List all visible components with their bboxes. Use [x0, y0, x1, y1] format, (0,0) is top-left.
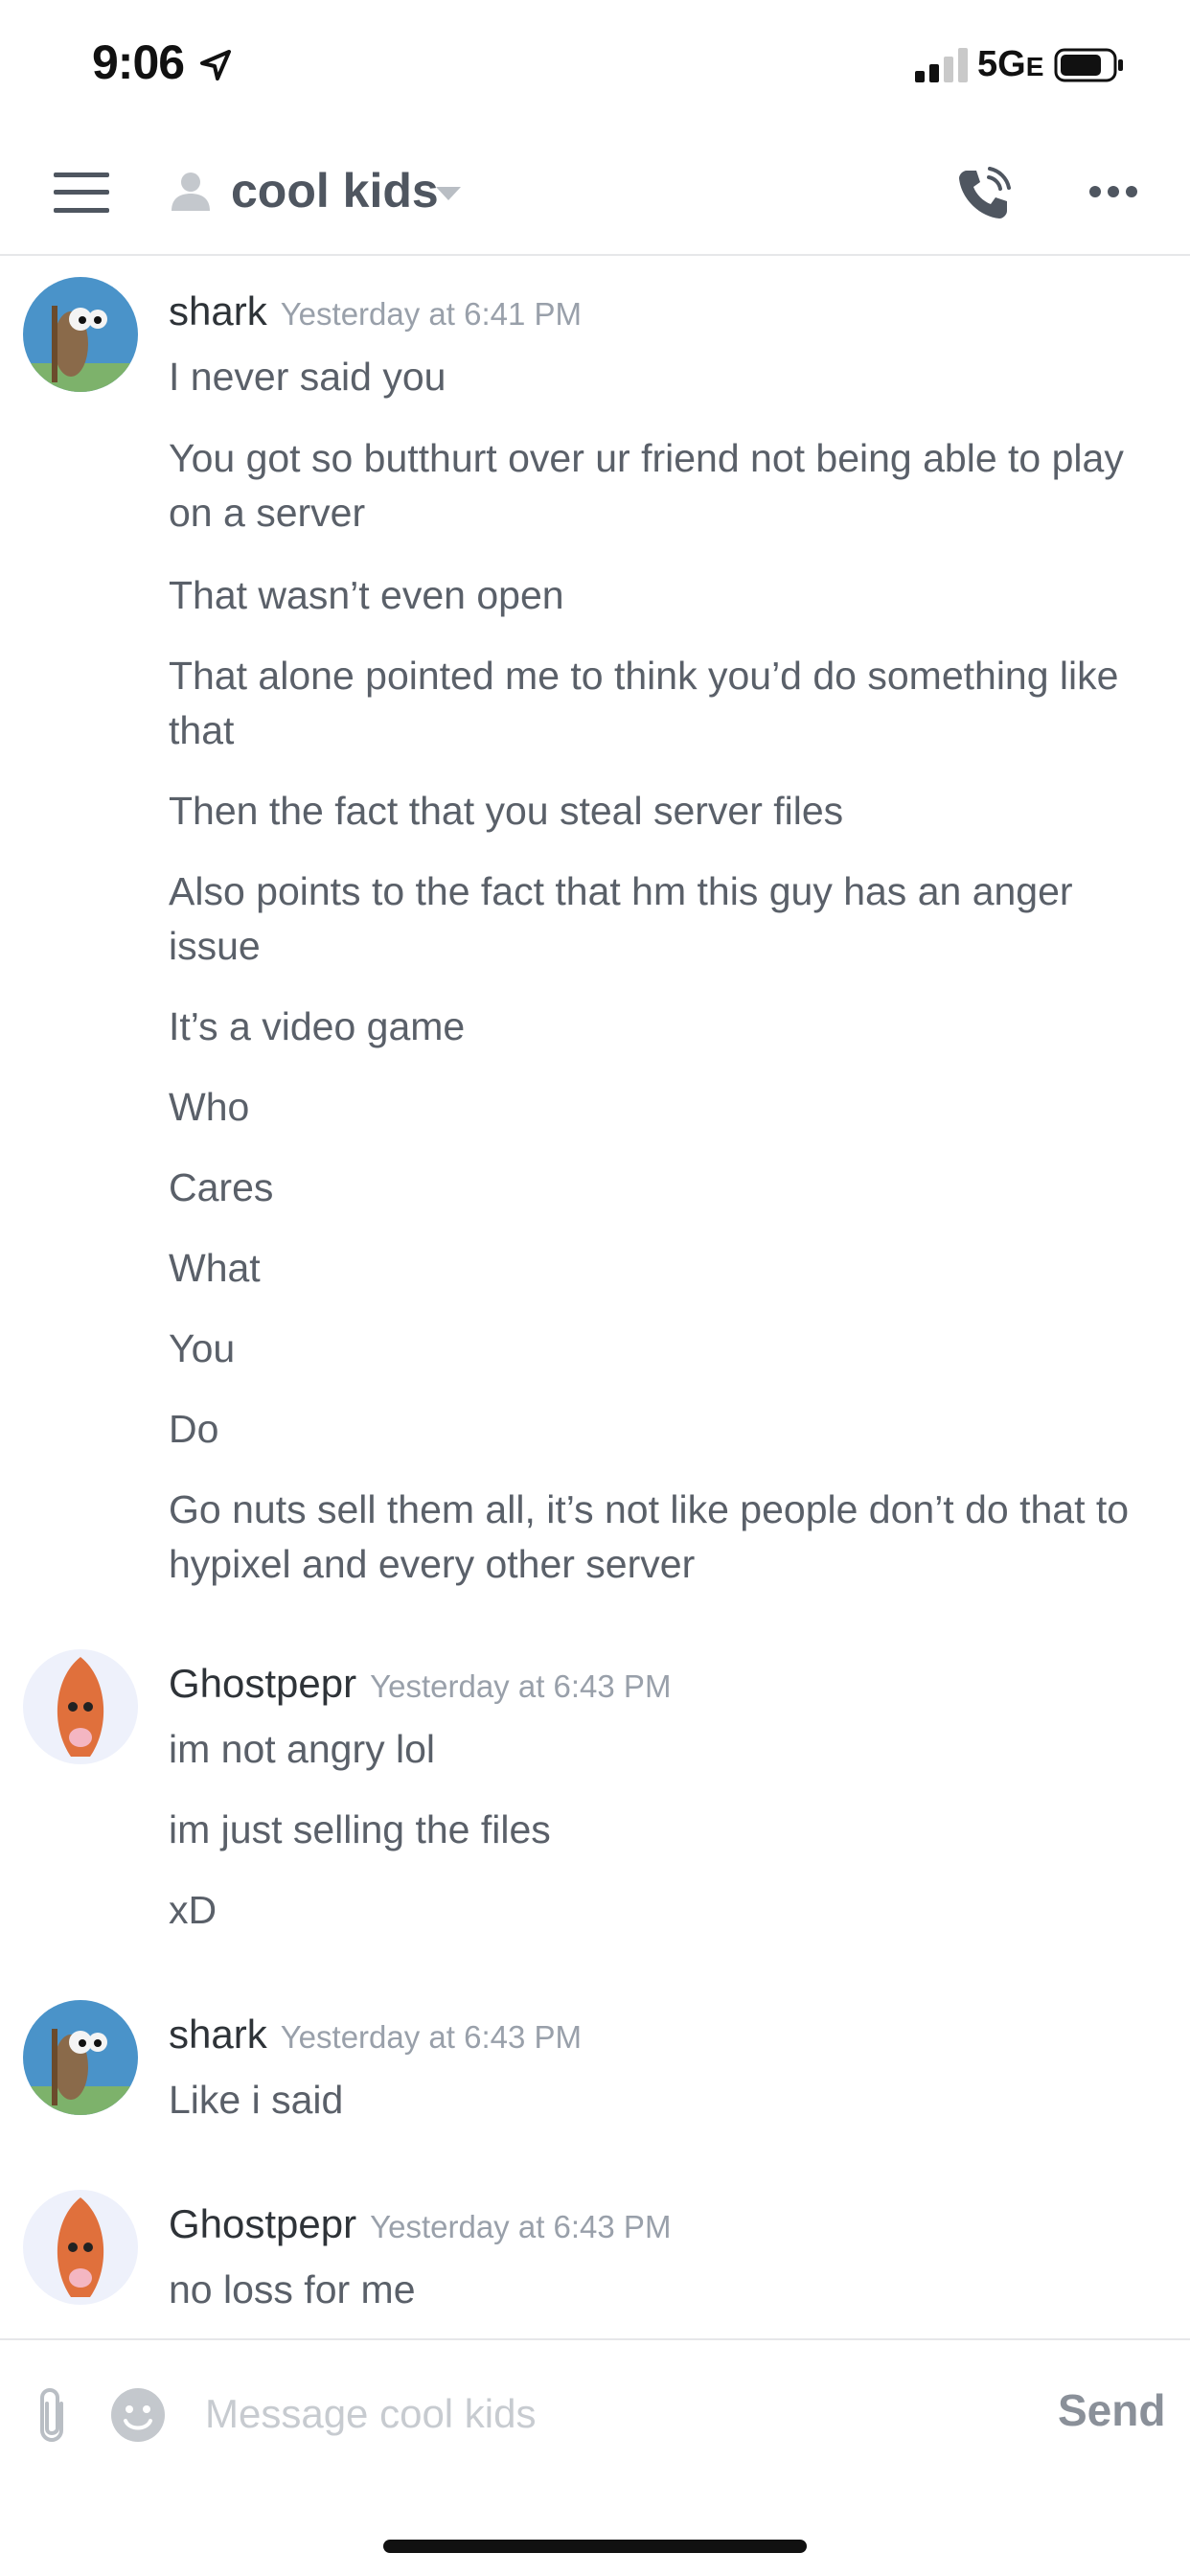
- location-arrow-icon: [200, 50, 231, 80]
- message-author[interactable]: Ghostpepr Yesterday at 6:43 PM: [169, 1661, 671, 1707]
- message-list[interactable]: shark Yesterday at 6:41 PM I never said y…: [0, 256, 1190, 2335]
- message-line: You: [169, 1326, 236, 1370]
- message-line: I never said you: [169, 355, 446, 399]
- message-timestamp: Yesterday at 6:41 PM: [280, 296, 583, 332]
- message-line: no loss for me: [169, 2267, 416, 2312]
- shark-avatar-image: [23, 277, 138, 392]
- home-indicator[interactable]: [383, 2540, 807, 2553]
- message-line: Also points to the fact that hm this guy…: [169, 869, 1073, 968]
- message-line: You got so butthurt over ur friend not b…: [169, 436, 1124, 535]
- message-timestamp: Yesterday at 6:43 PM: [370, 2209, 672, 2244]
- channel-name[interactable]: cool kids: [231, 163, 439, 218]
- hamburger-menu-icon[interactable]: [54, 172, 109, 213]
- group-dm-icon: [172, 172, 210, 211]
- cellular-signal-icon: [915, 48, 968, 82]
- message-line: im just selling the files: [169, 1807, 551, 1852]
- message-timestamp: Yesterday at 6:43 PM: [370, 1668, 672, 1704]
- channel-header: cool kids: [0, 134, 1190, 256]
- message-author[interactable]: shark Yesterday at 6:43 PM: [169, 2012, 582, 2058]
- shark-avatar-image: [23, 2000, 138, 2115]
- message-line: It’s a video game: [169, 1004, 466, 1048]
- avatar[interactable]: [23, 277, 138, 392]
- message-line: xD: [169, 1888, 217, 1932]
- message-line: Do: [169, 1407, 219, 1451]
- avatar[interactable]: [23, 2190, 138, 2305]
- message-line: That alone pointed me to think you’d do …: [169, 654, 1119, 752]
- message-line: Like i said: [169, 2078, 344, 2122]
- message-author[interactable]: Ghostpepr Yesterday at 6:43 PM: [169, 2201, 671, 2247]
- avatar[interactable]: [23, 1649, 138, 1764]
- message-composer: Send: [0, 2338, 1190, 2484]
- message-line: im not angry lol: [169, 1727, 436, 1771]
- status-time: 9:06: [92, 35, 185, 89]
- message-line: That wasn’t even open: [169, 573, 564, 617]
- message-line: Who: [169, 1085, 250, 1129]
- more-options-icon[interactable]: [1088, 184, 1138, 199]
- chevron-down-icon[interactable]: [434, 184, 463, 203]
- status-bar: 9:06 5GE: [0, 0, 1190, 134]
- emoji-icon[interactable]: [109, 2386, 167, 2444]
- message-author[interactable]: shark Yesterday at 6:41 PM: [169, 288, 582, 334]
- avatar[interactable]: [23, 2000, 138, 2115]
- battery-icon: [1054, 48, 1123, 82]
- ghostpepr-avatar-image: [23, 1649, 138, 1764]
- attachment-clip-icon[interactable]: [33, 2386, 71, 2444]
- message-line: Cares: [169, 1165, 274, 1209]
- message-line: Then the fact that you steal server file…: [169, 789, 844, 833]
- send-button[interactable]: Send: [1058, 2384, 1165, 2436]
- ghostpepr-avatar-image: [23, 2190, 138, 2305]
- network-indicator: 5GE: [977, 44, 1044, 84]
- message-input[interactable]: [203, 2375, 993, 2453]
- message-line: What: [169, 1246, 261, 1290]
- message-timestamp: Yesterday at 6:43 PM: [280, 2019, 583, 2055]
- voice-call-icon[interactable]: [955, 163, 1015, 222]
- message-line: Go nuts sell them all, it’s not like peo…: [169, 1487, 1130, 1586]
